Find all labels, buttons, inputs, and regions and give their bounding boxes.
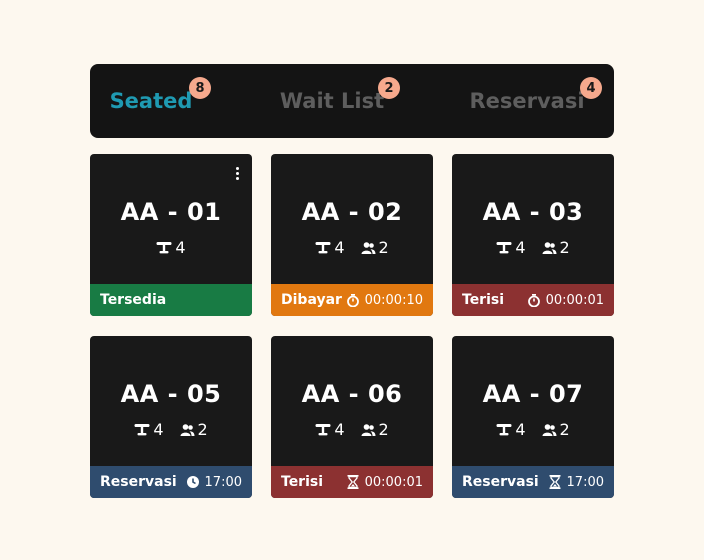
reservation-time: 17:00 xyxy=(204,474,242,490)
tab-bar: Seated 8 Wait List 2 Reservasi 4 xyxy=(90,64,614,138)
timer: 00:00:01 xyxy=(545,292,604,308)
guests-icon xyxy=(361,423,375,436)
status-bar: Reservasi 17:00 xyxy=(452,466,614,498)
clock-icon xyxy=(186,476,199,488)
table-card-aa-03[interactable]: AA - 03 4 2 Terisi 00:00:01 xyxy=(452,154,614,316)
table-icon xyxy=(315,241,331,253)
stopwatch-icon xyxy=(346,293,359,307)
timer: 00:00:01 xyxy=(364,474,423,490)
seat-count: 4 xyxy=(515,420,526,439)
status-label: Terisi xyxy=(462,292,505,308)
status-bar: Tersedia xyxy=(90,284,252,316)
guests-icon xyxy=(542,241,556,254)
reservation-time: 17:00 xyxy=(566,474,604,490)
tab-reservasi[interactable]: Reservasi 4 xyxy=(460,64,602,138)
table-name: AA - 02 xyxy=(301,198,403,226)
status-bar: Terisi 00:00:01 xyxy=(271,466,433,498)
guest-count: 2 xyxy=(197,420,208,439)
seat-count: 4 xyxy=(515,238,526,257)
table-card-aa-02[interactable]: AA - 02 4 2 Dibayar 00:00:10 xyxy=(271,154,433,316)
table-icon xyxy=(156,241,172,253)
status-label: Tersedia xyxy=(100,292,167,308)
table-name: AA - 06 xyxy=(301,380,403,408)
seat-count: 4 xyxy=(153,420,164,439)
table-name: AA - 03 xyxy=(482,198,584,226)
more-options-icon[interactable] xyxy=(232,164,242,182)
stopwatch-icon xyxy=(527,293,540,307)
tab-label: Seated xyxy=(109,89,193,113)
hourglass-icon xyxy=(549,475,561,489)
count-badge: 2 xyxy=(378,77,400,99)
guest-count: 2 xyxy=(378,238,389,257)
status-label: Reservasi xyxy=(100,474,177,490)
table-icon xyxy=(134,423,150,435)
status-label: Terisi xyxy=(281,474,324,490)
timer: 00:00:10 xyxy=(364,292,423,308)
table-icon xyxy=(315,423,331,435)
count-badge: 4 xyxy=(580,77,602,99)
table-card-aa-06[interactable]: AA - 06 4 2 Terisi 00:00:01 xyxy=(271,336,433,498)
status-label: Reservasi xyxy=(462,474,539,490)
guest-count: 2 xyxy=(559,238,570,257)
table-icon xyxy=(496,423,512,435)
table-icon xyxy=(496,241,512,253)
table-card-aa-01[interactable]: AA - 01 4 Tersedia xyxy=(90,154,252,316)
tab-label: Reservasi xyxy=(469,89,585,113)
seat-count: 4 xyxy=(175,238,186,257)
guests-icon xyxy=(361,241,375,254)
tab-wait-list[interactable]: Wait List 2 xyxy=(268,64,400,138)
count-badge: 8 xyxy=(189,77,211,99)
tab-label: Wait List xyxy=(279,89,385,113)
seat-count: 4 xyxy=(334,238,345,257)
table-name: AA - 05 xyxy=(120,380,222,408)
table-card-aa-05[interactable]: AA - 05 4 2 Reservasi 17:00 xyxy=(90,336,252,498)
table-name: AA - 07 xyxy=(482,380,584,408)
seat-count: 4 xyxy=(334,420,345,439)
hourglass-icon xyxy=(347,475,359,489)
status-bar: Reservasi 17:00 xyxy=(90,466,252,498)
status-bar: Dibayar 00:00:10 xyxy=(271,284,433,316)
status-bar: Terisi 00:00:01 xyxy=(452,284,614,316)
guests-icon xyxy=(542,423,556,436)
guests-icon xyxy=(180,423,194,436)
table-card-aa-07[interactable]: AA - 07 4 2 Reservasi 17:00 xyxy=(452,336,614,498)
guest-count: 2 xyxy=(559,420,570,439)
table-name: AA - 01 xyxy=(120,198,222,226)
status-label: Dibayar xyxy=(281,292,342,308)
tab-seated[interactable]: Seated 8 xyxy=(90,64,212,138)
guest-count: 2 xyxy=(378,420,389,439)
